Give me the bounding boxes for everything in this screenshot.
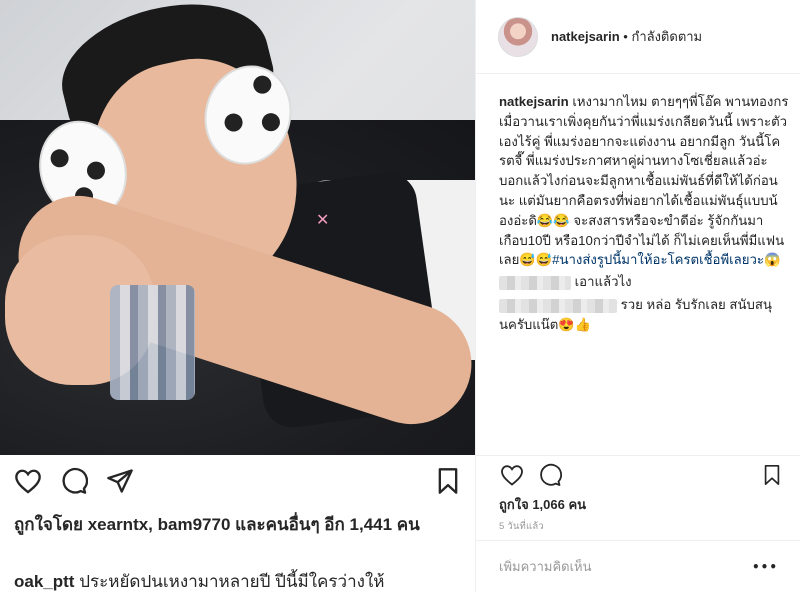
left-comment-user[interactable]: oak_ptt [14, 572, 74, 591]
left-likes-text: ถูกใจโดย xearntx, bam9770 และคนอื่นๆ อีก… [14, 515, 420, 534]
post-photo: ✕ [0, 0, 475, 455]
caption-end-emoji: 😱 [763, 252, 781, 268]
bookmark-icon[interactable] [760, 461, 784, 489]
ellipsis-icon[interactable]: ••• [752, 560, 778, 574]
avatar[interactable] [498, 16, 538, 57]
comment-1: เอาแล้วไง [499, 272, 789, 292]
blurred-username [499, 298, 617, 313]
right-action-bar [476, 455, 800, 495]
caption-text: เหงามากไหม ตายๆๆพี่โอ๊ค พานทองกร เมื่อวา… [499, 94, 789, 268]
caption-hashtag[interactable]: #นางส่งรูปนี้มาให้อะโครตเชื้อพีเลยวะ [552, 252, 764, 267]
paper-plane-icon[interactable] [104, 465, 136, 497]
comment-1-text: เอาแล้วไง [574, 274, 632, 289]
right-likes-text[interactable]: ถูกใจ 1,066 คน [499, 494, 586, 515]
heart-icon[interactable] [12, 465, 44, 497]
left-action-bar [0, 455, 475, 515]
left-comment: oak_ptt ประหยัดปนเหงามาหลายปี ปีนี้มีใคร… [14, 568, 474, 592]
post-caption: natkejsarin เหงามากไหม ตายๆๆพี่โอ๊ค พานท… [499, 92, 789, 270]
comment-bubble-icon[interactable] [58, 465, 90, 497]
comment-2: รวย หล่อ รับรักเลย สนับสนุนครับแน๊ต😍👍 [499, 295, 789, 335]
pixelated-watch [110, 285, 195, 400]
heart-sticker-icon: ✕ [316, 210, 330, 229]
caption-username[interactable]: natkejsarin [499, 94, 569, 109]
add-comment-input[interactable] [499, 559, 752, 574]
add-comment-bar: ••• [476, 540, 800, 592]
header-text: natkejsarin • กำลังติดตาม [551, 26, 702, 47]
bookmark-icon[interactable] [432, 465, 464, 497]
comment-bubble-icon[interactable] [536, 461, 564, 489]
header-username[interactable]: natkejsarin [551, 29, 620, 44]
blurred-username [499, 275, 571, 290]
follow-status[interactable]: • กำลังติดตาม [623, 29, 702, 44]
post-timestamp[interactable]: 5 วันที่แล้ว [499, 519, 544, 534]
right-post-panel: natkejsarin • กำลังติดตาม natkejsarin เห… [475, 0, 800, 592]
post-header: natkejsarin • กำลังติดตาม [476, 0, 800, 74]
left-post-panel: ✕ ถูกใจโดย xearntx, bam9770 และคนอื่นๆ อ… [0, 0, 475, 592]
left-comment-text: ประหยัดปนเหงามาหลายปี ปีนี้มีใครว่างให้ [79, 572, 385, 591]
heart-icon[interactable] [498, 461, 526, 489]
